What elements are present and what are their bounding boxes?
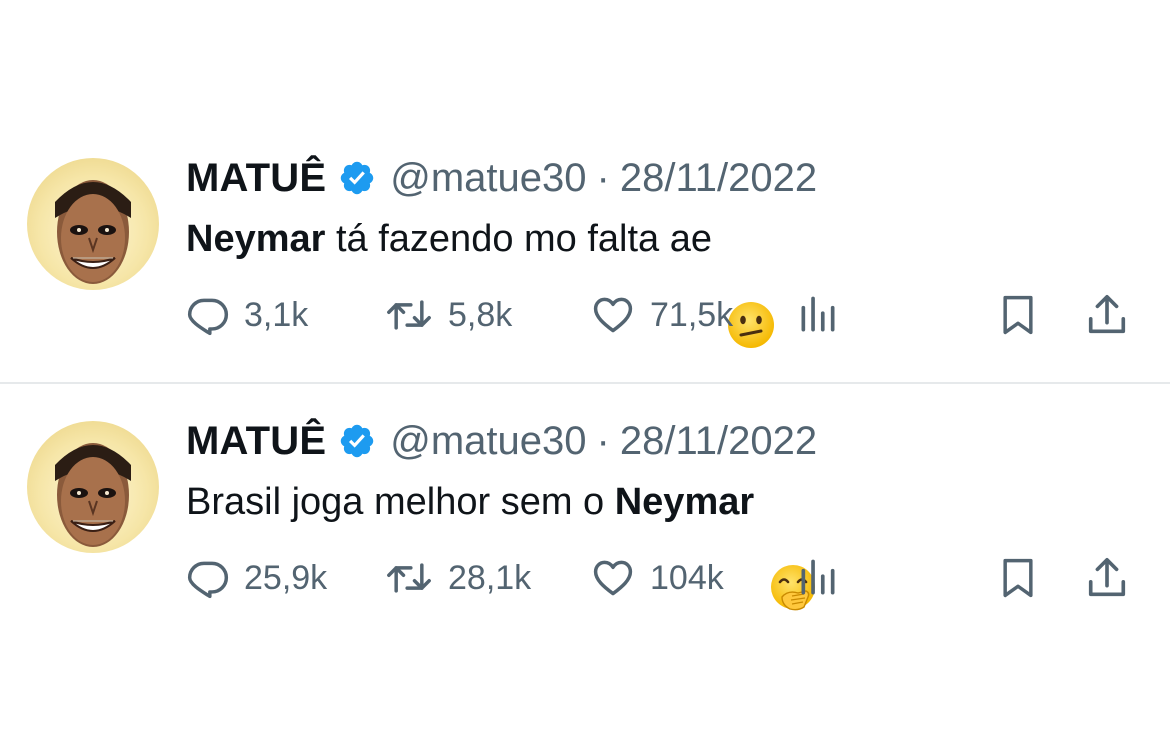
tweet-text-regular: Brasil joga melhor sem o bbox=[186, 480, 615, 523]
tweet-text: Neymar tá fazendo mo falta ae bbox=[186, 214, 776, 348]
tweet-date[interactable]: 28/11/2022 bbox=[620, 419, 817, 464]
verified-badge-icon bbox=[338, 422, 376, 460]
like-button[interactable]: 104k bbox=[590, 555, 724, 601]
analytics-icon bbox=[801, 296, 835, 332]
retweet-count: 5,8k bbox=[448, 295, 513, 334]
separator-dot: · bbox=[596, 418, 610, 463]
tweet-header: MATUÊ @matue30 · 28/11/2022 bbox=[186, 154, 817, 202]
bookmark-button[interactable] bbox=[996, 555, 1040, 601]
reply-icon bbox=[187, 298, 228, 336]
reply-button[interactable]: 3,1k bbox=[186, 292, 308, 338]
share-icon bbox=[1088, 294, 1126, 334]
reply-icon bbox=[187, 561, 228, 599]
share-icon bbox=[1088, 557, 1126, 597]
separator-dot: · bbox=[596, 155, 610, 200]
tweet-date[interactable]: 28/11/2022 bbox=[620, 156, 817, 201]
heart-icon bbox=[593, 297, 633, 333]
retweet-icon bbox=[387, 563, 431, 593]
tweet[interactable]: MATUÊ @matue30 · 28/11/2022 Neymar tá fa… bbox=[0, 122, 1170, 372]
tweet-text: Brasil joga melhor sem o Neymar bbox=[186, 477, 818, 611]
tweet-divider bbox=[0, 382, 1170, 384]
bookmark-button[interactable] bbox=[996, 292, 1040, 338]
like-count: 71,5k bbox=[650, 295, 734, 334]
retweet-count: 28,1k bbox=[448, 558, 532, 597]
tweet-header: MATUÊ @matue30 · 28/11/2022 bbox=[186, 417, 817, 465]
tweet[interactable]: MATUÊ @matue30 · 28/11/2022 Brasil joga … bbox=[0, 385, 1170, 635]
bookmark-icon bbox=[1003, 558, 1033, 598]
bookmark-icon bbox=[1003, 295, 1033, 335]
avatar[interactable] bbox=[27, 158, 159, 290]
avatar[interactable] bbox=[27, 421, 159, 553]
retweet-button[interactable]: 28,1k bbox=[384, 555, 531, 601]
verified-badge-icon bbox=[338, 159, 376, 197]
tweet-text-bold: Neymar bbox=[186, 217, 326, 260]
tweet-actions: 3,1k 5,8k 71,5k bbox=[186, 292, 1146, 338]
reply-button[interactable]: 25,9k bbox=[186, 555, 327, 601]
face-with-hand-over-mouth-emoji-icon bbox=[768, 477, 818, 611]
confused-face-emoji-icon bbox=[726, 214, 776, 348]
share-button[interactable] bbox=[1084, 292, 1130, 338]
heart-icon bbox=[593, 560, 633, 596]
views-button[interactable] bbox=[796, 555, 840, 601]
views-button[interactable] bbox=[796, 292, 840, 338]
share-button[interactable] bbox=[1084, 555, 1130, 601]
like-count: 104k bbox=[650, 558, 724, 597]
author-handle[interactable]: @matue30 bbox=[390, 156, 586, 201]
retweet-icon bbox=[387, 300, 431, 330]
reply-count: 25,9k bbox=[244, 558, 328, 597]
retweet-button[interactable]: 5,8k bbox=[384, 292, 512, 338]
reply-count: 3,1k bbox=[244, 295, 309, 334]
tweet-text-bold: Neymar bbox=[614, 480, 755, 523]
tweet-text-regular: tá fazendo mo falta ae bbox=[325, 217, 713, 260]
author-handle[interactable]: @matue30 bbox=[390, 419, 586, 464]
tweet-actions: 25,9k 28,1k 104k bbox=[186, 555, 1146, 601]
like-button[interactable]: 71,5k bbox=[590, 292, 733, 338]
author-name[interactable]: MATUÊ bbox=[186, 156, 326, 201]
analytics-icon bbox=[801, 559, 835, 595]
author-name[interactable]: MATUÊ bbox=[186, 419, 326, 464]
